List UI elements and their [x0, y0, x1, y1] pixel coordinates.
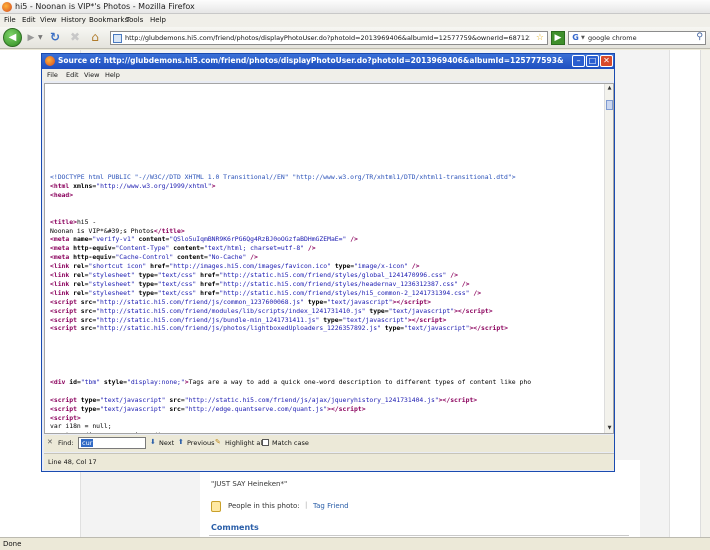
scroll-down-icon[interactable]: ▼ — [605, 424, 613, 433]
menu-file[interactable]: File — [4, 16, 16, 24]
scroll-thumb[interactable] — [606, 100, 613, 110]
browser-statusbar: Done — [0, 537, 710, 550]
source-menu-view[interactable]: View — [84, 71, 99, 79]
find-label: Find: — [58, 439, 74, 447]
home-icon[interactable]: ⌂ — [88, 30, 102, 44]
source-titlebar[interactable]: Source of: http://glubdemons.hi5.com/fri… — [42, 54, 614, 69]
firefox-logo-icon — [2, 2, 12, 12]
close-icon[interactable]: ✕ — [600, 55, 613, 67]
source-code-pane[interactable]: <!DOCTYPE html PUBLIC "-//W3C//DTD XHTML… — [44, 83, 614, 434]
tag-friend-link[interactable]: Tag Friend — [313, 502, 349, 510]
find-next-button[interactable]: Next — [159, 439, 174, 447]
match-case-label[interactable]: Match case — [272, 439, 309, 447]
browser-menubar: File Edit View History Bookmarks Tools H… — [0, 14, 710, 27]
source-statusbar: Line 48, Col 17 — [44, 453, 614, 470]
previous-arrow-icon[interactable]: ⬆ — [178, 438, 184, 446]
maximize-icon[interactable]: □ — [586, 55, 599, 67]
source-code[interactable]: <!DOCTYPE html PUBLIC "-//W3C//DTD XHTML… — [50, 84, 605, 433]
browser-titlebar: hi5 - Noonan is VIP*'s Photos - Mozilla … — [0, 0, 710, 14]
source-menu-file[interactable]: File — [47, 71, 58, 79]
back-arrow-icon[interactable]: ◀ — [3, 28, 22, 47]
search-input[interactable]: google chrome — [588, 34, 637, 42]
tag-people-icon — [211, 501, 221, 512]
go-arrow-icon[interactable]: ▶ — [551, 31, 565, 45]
separator: | — [305, 501, 308, 509]
stop-icon[interactable]: ✖ — [68, 30, 82, 44]
menu-view[interactable]: View — [40, 16, 57, 24]
menu-history[interactable]: History — [61, 16, 86, 24]
close-find-icon[interactable]: ✕ — [47, 438, 53, 446]
source-scrollbar[interactable]: ▲ ▼ — [604, 84, 613, 433]
scroll-up-icon[interactable]: ▲ — [605, 84, 613, 93]
url-bar[interactable]: http://glubdemons.hi5.com/friend/photos/… — [110, 31, 548, 45]
menu-tools[interactable]: Tools — [126, 16, 143, 24]
site-favicon-icon — [113, 34, 122, 43]
highlight-marker-icon[interactable]: ✎ — [215, 438, 221, 446]
engine-dropdown-icon[interactable]: ▼ — [581, 35, 585, 41]
history-dropdown-icon[interactable]: ▼ — [38, 34, 44, 41]
source-menubar: File Edit View Help — [42, 69, 614, 81]
forward-arrow-icon[interactable]: ▶ — [24, 31, 38, 45]
search-magnifier-icon[interactable]: ⚲ — [696, 32, 703, 42]
firefox-logo-icon — [45, 56, 55, 66]
find-previous-button[interactable]: Previous — [187, 439, 214, 447]
highlight-all-button[interactable]: Highlight all — [225, 439, 264, 447]
find-input[interactable]: cur — [78, 437, 146, 449]
reload-icon[interactable]: ↻ — [48, 30, 62, 44]
source-window-title: Source of: http://glubdemons.hi5.com/fri… — [58, 56, 563, 65]
comments-heading: Comments — [211, 523, 259, 532]
menu-help[interactable]: Help — [150, 16, 166, 24]
cursor-position-status: Line 48, Col 17 — [48, 458, 97, 466]
browser-title: hi5 - Noonan is VIP*'s Photos - Mozilla … — [15, 2, 195, 11]
find-bar: ✕ Find: cur ⬇ Next ⬆ Previous ✎ Highligh… — [44, 435, 614, 452]
photo-caption: "JUST SAY Heineken*" — [211, 480, 288, 488]
page-scrollbar[interactable] — [700, 50, 710, 537]
view-source-window: Source of: http://glubdemons.hi5.com/fri… — [41, 53, 615, 472]
source-menu-edit[interactable]: Edit — [66, 71, 79, 79]
search-bar[interactable]: G ▼ google chrome ⚲ — [568, 31, 706, 45]
menu-bookmarks[interactable]: Bookmarks — [89, 16, 128, 24]
url-text[interactable]: http://glubdemons.hi5.com/friend/photos/… — [125, 34, 530, 42]
divider — [209, 535, 629, 536]
source-menu-help[interactable]: Help — [105, 71, 120, 79]
minimize-icon[interactable]: – — [572, 55, 585, 67]
navigation-toolbar: ◀ ▶ ▼ ↻ ✖ ⌂ http://glubdemons.hi5.com/fr… — [0, 27, 710, 49]
status-text: Done — [3, 540, 22, 548]
match-case-checkbox[interactable] — [262, 439, 269, 446]
people-in-photo-label: People in this photo: — [228, 502, 300, 510]
find-input-value[interactable]: cur — [81, 439, 94, 447]
bookmark-star-icon[interactable]: ☆ — [536, 33, 544, 43]
menu-edit[interactable]: Edit — [22, 16, 36, 24]
google-engine-icon[interactable]: G — [570, 33, 581, 43]
next-arrow-icon[interactable]: ⬇ — [150, 438, 156, 446]
